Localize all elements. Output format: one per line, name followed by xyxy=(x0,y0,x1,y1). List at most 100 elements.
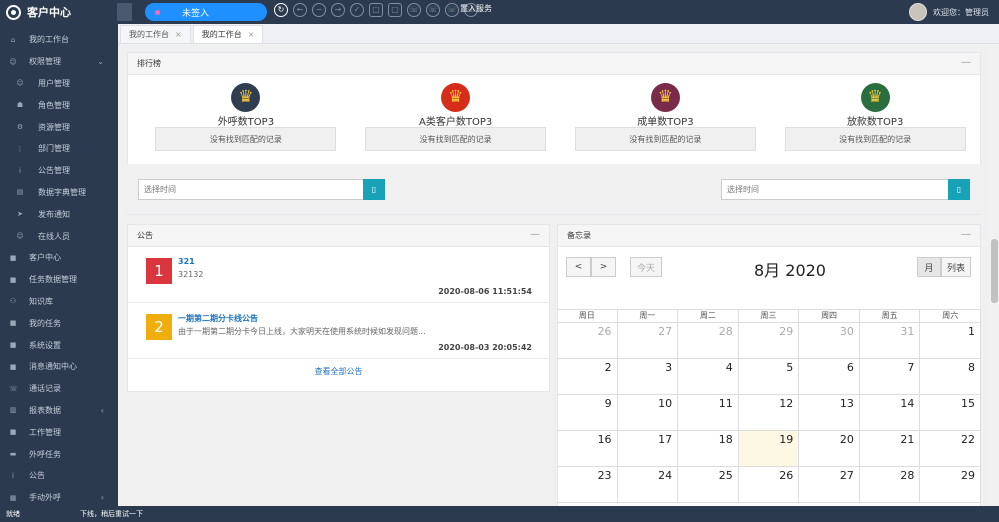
calendar-day-cell[interactable]: 22 xyxy=(920,431,981,466)
sidebar-item-10[interactable]: ■ 客户中心 xyxy=(0,247,118,269)
calendar-day-cell[interactable]: 29 xyxy=(920,467,981,502)
calendar-day-cell[interactable]: 13 xyxy=(799,395,860,430)
sidebar-item-14[interactable]: ■ 系统设置 xyxy=(0,334,118,356)
user-icon: ☺ xyxy=(9,57,17,66)
calendar-day-cell[interactable]: 1 xyxy=(920,323,981,358)
calendar-day-cell[interactable]: 18 xyxy=(678,431,739,466)
sidebar-item-0[interactable]: ⌂ 我的工作台 xyxy=(0,29,118,51)
menu-toggle-button[interactable] xyxy=(117,3,132,21)
calendar-day-cell[interactable]: 31 xyxy=(860,323,921,358)
sidebar-item-16[interactable]: ☏ 通话记录 xyxy=(0,378,118,400)
calendar-day-cell[interactable]: 6 xyxy=(799,359,860,394)
sidebar-item-11[interactable]: ■ 任务数据管理 xyxy=(0,269,118,291)
sidebar-item-12[interactable]: ⚇ 知识库 xyxy=(0,291,118,313)
calendar-icon[interactable]: ▯ xyxy=(363,179,385,200)
sidebar-item-17[interactable]: ▥ 报表数据 ‹ xyxy=(0,400,118,422)
calendar-day-cell[interactable]: 9 xyxy=(557,395,618,430)
sidebar-item-6[interactable]: i 公告管理 xyxy=(0,160,118,182)
calendar-day-cell[interactable]: 17 xyxy=(618,431,679,466)
calendar-day-cell[interactable]: 10 xyxy=(618,395,679,430)
tab-workbench-0[interactable]: 我的工作台 × xyxy=(120,25,191,43)
minus-icon[interactable]: − xyxy=(312,3,326,17)
next-month-button[interactable]: > xyxy=(591,257,616,277)
notice-item[interactable]: 1 321 32132 2020-08-06 11:51:54 xyxy=(128,247,549,303)
calendar-day-cell[interactable]: 23 xyxy=(557,467,618,502)
info-icon: i xyxy=(12,471,14,480)
sidebar-item-15[interactable]: ■ 消息通知中心 xyxy=(0,356,118,378)
calendar-day-cell[interactable]: 8 xyxy=(920,359,981,394)
status-message: 下线，稍后重试一下 xyxy=(80,510,143,518)
calendar-day-cell[interactable]: 5 xyxy=(739,359,800,394)
prev-month-button[interactable]: < xyxy=(566,257,591,277)
sidebar-item-7[interactable]: ▤ 数据字典管理 xyxy=(0,182,118,204)
month-view-button[interactable]: 月 xyxy=(917,257,941,277)
check-icon[interactable]: ✓ xyxy=(350,3,364,17)
date-filter-bar: 选择时间 ▯ 选择时间 ▯ xyxy=(127,164,981,214)
sidebar-item-9[interactable]: ☺ 在线人员 xyxy=(0,225,118,247)
refresh-icon[interactable]: ↻ xyxy=(274,3,288,17)
calendar-day-cell[interactable]: 26 xyxy=(557,323,618,358)
arrow-right-icon[interactable]: → xyxy=(331,3,345,17)
list-view-button[interactable]: 列表 xyxy=(941,257,971,277)
sidebar-item-4[interactable]: ⚙ 资源管理 xyxy=(0,116,118,138)
page-scrollbar[interactable] xyxy=(990,44,999,506)
date-input-left[interactable]: 选择时间 xyxy=(138,179,364,200)
calendar-day-cell[interactable]: 21 xyxy=(860,431,921,466)
sidebar-item-18[interactable]: ■ 工作管理 xyxy=(0,421,118,443)
sidebar-item-3[interactable]: ☗ 角色管理 xyxy=(0,94,118,116)
calendar-day-cell[interactable]: 14 xyxy=(860,395,921,430)
sidebar-item-2[interactable]: ☺ 用户管理 xyxy=(0,73,118,95)
notice-time: 2020-08-03 20:05:42 xyxy=(438,343,532,352)
calendar-day-cell[interactable]: 28 xyxy=(860,467,921,502)
sidebar-item-5[interactable]: ⋮ 部门管理 xyxy=(0,138,118,160)
collapse-icon[interactable]: — xyxy=(961,229,971,240)
calendar-day-cell[interactable]: 29 xyxy=(739,323,800,358)
phone-transfer-icon[interactable]: ☏ xyxy=(445,3,459,17)
calendar-day-cell[interactable]: 24 xyxy=(618,467,679,502)
calendar-day-cell[interactable]: 30 xyxy=(799,323,860,358)
view-all-notices-link[interactable]: 查看全部公告 xyxy=(128,359,549,377)
today-button[interactable]: 今天 xyxy=(630,257,662,277)
calendar-day-cell[interactable]: 3 xyxy=(618,359,679,394)
agent-status-button[interactable]: 未签入 xyxy=(145,3,267,21)
collapse-icon[interactable]: — xyxy=(961,57,971,68)
sidebar-item-label: 工作管理 xyxy=(29,427,61,437)
lock-icon[interactable]: ▢ xyxy=(369,3,383,17)
calendar-day-cell[interactable]: 28 xyxy=(678,323,739,358)
sidebar-item-19[interactable]: ▬ 外呼任务 xyxy=(0,443,118,465)
arrow-left-icon[interactable]: ← xyxy=(293,3,307,17)
phone-icon[interactable]: ☏ xyxy=(407,3,421,17)
close-icon[interactable]: × xyxy=(175,30,182,39)
sidebar-item-8[interactable]: ➤ 发布通知 xyxy=(0,203,118,225)
unlock-icon[interactable]: ▢ xyxy=(388,3,402,17)
calendar-day-cell[interactable]: 4 xyxy=(678,359,739,394)
calendar-day-cell[interactable]: 19 xyxy=(738,431,800,466)
calendar-day-cell[interactable]: 16 xyxy=(557,431,618,466)
calendar-day-cell[interactable]: 12 xyxy=(739,395,800,430)
scrollbar-thumb[interactable] xyxy=(991,239,998,303)
calendar-day-cell[interactable]: 25 xyxy=(678,467,739,502)
sidebar-item-20[interactable]: i 公告 xyxy=(0,465,118,487)
sidebar-item-13[interactable]: ■ 我的任务 xyxy=(0,312,118,334)
calendar-day-cell[interactable]: 20 xyxy=(799,431,860,466)
calendar-day-cell[interactable]: 27 xyxy=(618,323,679,358)
notice-title-link[interactable]: 一期第二期分卡线公告 xyxy=(178,313,258,324)
sidebar-item-1[interactable]: ☺ 权限管理 ⌄ xyxy=(0,51,118,73)
user-area[interactable]: 欢迎您：管理员 xyxy=(909,0,999,24)
tab-workbench-1[interactable]: 我的工作台 × xyxy=(192,25,264,43)
close-icon[interactable]: × xyxy=(248,30,255,39)
notice-item[interactable]: 2 一期第二期分卡线公告 由于一期第二期分卡今日上线，大家明天在使用系统时候如发现问… xyxy=(128,303,549,359)
calendar-day-cell[interactable]: 7 xyxy=(860,359,921,394)
collapse-icon[interactable]: — xyxy=(530,229,540,240)
calendar-icon[interactable]: ▯ xyxy=(948,179,970,200)
calendar-day-cell[interactable]: 2 xyxy=(557,359,618,394)
calendar-day-cell[interactable]: 11 xyxy=(678,395,739,430)
date-input-right[interactable]: 选择时间 xyxy=(721,179,949,200)
calendar-day-cell[interactable]: 15 xyxy=(920,395,981,430)
calendar-day-cell[interactable]: 27 xyxy=(799,467,860,502)
calendar-toolbar: < > 今天 8月 2020 月 列表 xyxy=(558,247,980,283)
calendar-day-cell[interactable]: 26 xyxy=(739,467,800,502)
avatar[interactable] xyxy=(909,3,927,21)
notice-title-link[interactable]: 321 xyxy=(178,257,195,266)
phone-out-icon[interactable]: ☏ xyxy=(426,3,440,17)
